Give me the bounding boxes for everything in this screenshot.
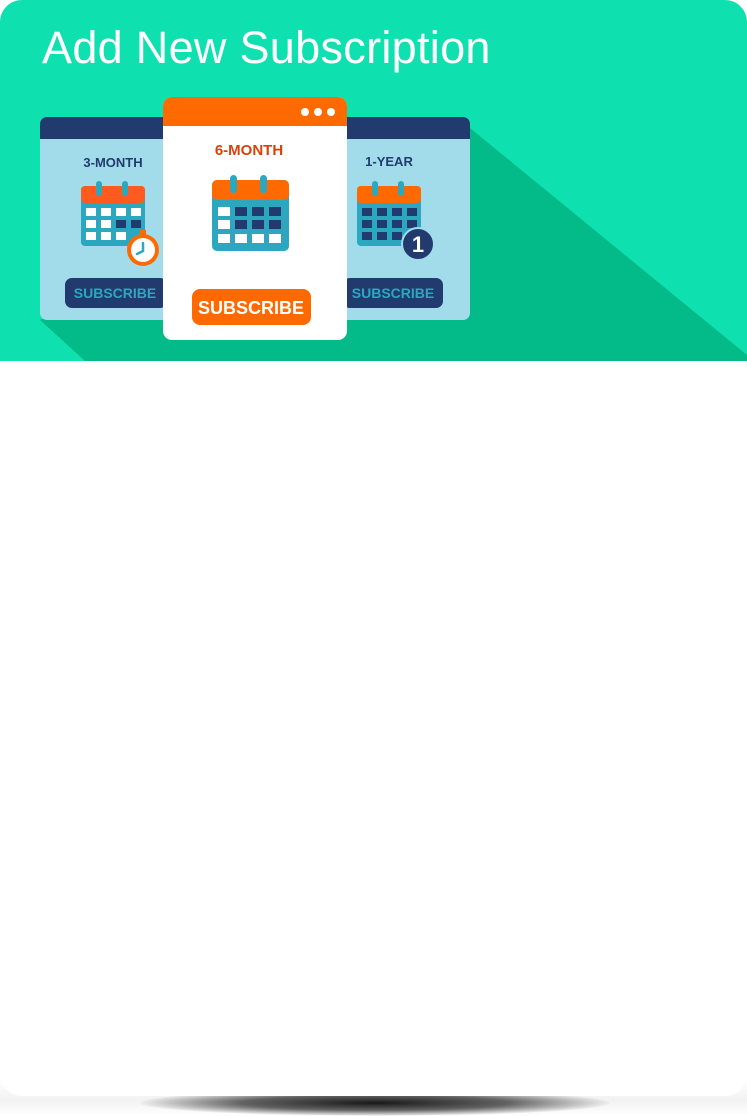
plan-title-1-year: 1-YEAR xyxy=(365,154,413,169)
window-dots-icon xyxy=(301,108,335,116)
subscribe-button-6-month[interactable]: SUBSCRIBE xyxy=(192,289,311,325)
subscribe-button-3-month[interactable]: SUBSCRIBE xyxy=(65,278,167,308)
subscription-card: 3-MONTH SUBSCRIBE 1-YEAR 1 SUBSCRIBE 6-M… xyxy=(0,0,747,1096)
subscribe-label-3-month: SUBSCRIBE xyxy=(74,285,156,301)
plan-card-6-month: 6-MONTH SUBSCRIBE xyxy=(163,97,347,340)
plan-card-1-year: 1-YEAR 1 SUBSCRIBE xyxy=(340,117,470,320)
subscribe-label-1-year: SUBSCRIBE xyxy=(352,285,434,301)
plan-card-3-month: 3-MONTH SUBSCRIBE xyxy=(40,117,172,320)
page: 3-MONTH SUBSCRIBE 1-YEAR 1 SUBSCRIBE 6-M… xyxy=(0,0,747,1116)
calendar-icon xyxy=(212,175,289,251)
content-area xyxy=(0,361,747,1096)
plan-title-6-month: 6-MONTH xyxy=(215,142,283,159)
year-badge: 1 xyxy=(412,232,424,257)
header-banner: 3-MONTH SUBSCRIBE 1-YEAR 1 SUBSCRIBE 6-M… xyxy=(0,0,747,361)
plan-title-3-month: 3-MONTH xyxy=(83,155,142,170)
page-title: Add New Subscription xyxy=(42,22,491,73)
subscribe-button-1-year[interactable]: SUBSCRIBE xyxy=(343,278,443,308)
subscribe-label-6-month: SUBSCRIBE xyxy=(198,298,304,318)
